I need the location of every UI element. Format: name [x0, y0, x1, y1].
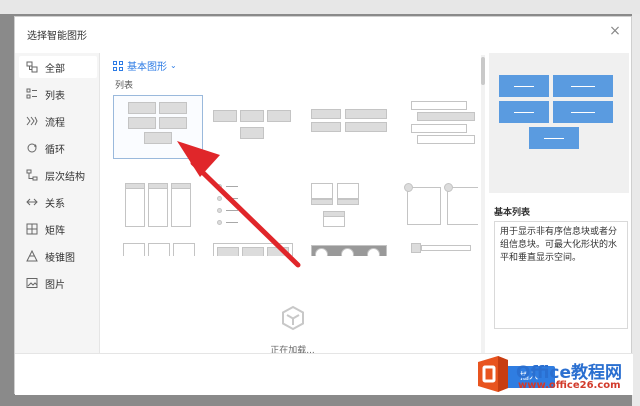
office-logo [478, 356, 508, 392]
sidebar-item-label: 矩阵 [45, 225, 65, 237]
sidebar-item-relationship[interactable]: 关系 [19, 191, 97, 213]
sidebar-item-hierarchy[interactable]: 层次结构 [19, 164, 97, 186]
thumbnail-list-7[interactable] [305, 179, 395, 243]
pyramid-icon [26, 249, 38, 262]
gallery-area: 基本图形 ⌄ 列表 正在加载... [100, 53, 485, 356]
picture-icon [26, 277, 38, 289]
thumbnail-list-4[interactable] [401, 95, 478, 159]
gallery-scrollbar-thumb[interactable] [481, 57, 485, 85]
sidebar-item-process[interactable]: 流程 [19, 110, 97, 132]
sidebar-item-label: 全部 [45, 63, 65, 75]
thumbnail-basic-list[interactable] [113, 95, 203, 159]
loading-cube-icon [281, 305, 305, 331]
sidebar-item-matrix[interactable]: 矩阵 [19, 218, 97, 240]
relationship-icon [26, 196, 38, 208]
cycle-icon [26, 142, 38, 154]
close-icon[interactable]: × [607, 23, 623, 39]
smartart-dialog: 选择智能图形 × 全部 列表 流程 循环 层次结构 关系 矩阵 棱锥图 图片 基… [14, 16, 633, 395]
thumbnail-grid [100, 91, 478, 256]
sidebar-item-label: 层次结构 [45, 171, 85, 183]
section-label: 列表 [115, 81, 134, 91]
list-icon [26, 88, 38, 100]
category-dropdown[interactable]: 基本图形 ⌄ [113, 58, 177, 73]
grid-icon [113, 60, 123, 71]
sidebar-item-label: 列表 [45, 90, 65, 102]
loading-area: 正在加载... [100, 253, 485, 356]
watermark: Office教程网 www.office26.com [474, 352, 634, 402]
all-icon [26, 61, 38, 73]
preview-panel: 基本列表 用于显示非有序信息块或者分组信息块。可最大化形状的水平和垂直显示空间。 [487, 53, 631, 353]
sidebar-item-picture[interactable]: 图片 [19, 272, 97, 294]
sidebar-item-label: 棱锥图 [45, 252, 75, 264]
sidebar-item-cycle[interactable]: 循环 [19, 137, 97, 159]
preview-description: 用于显示非有序信息块或者分组信息块。可最大化形状的水平和垂直显示空间。 [494, 221, 628, 329]
thumbnail-list-5[interactable] [113, 179, 203, 243]
dialog-title: 选择智能图形 [27, 31, 87, 42]
hierarchy-icon [26, 169, 38, 181]
process-icon [26, 115, 38, 127]
thumbnail-list-2[interactable] [209, 95, 299, 159]
ribbon-background [0, 0, 640, 14]
sidebar-item-label: 图片 [45, 279, 65, 291]
preview-title: 基本列表 [494, 208, 531, 218]
app-side-strip [632, 14, 640, 406]
preview-image [489, 53, 629, 193]
matrix-icon [26, 223, 38, 235]
thumbnail-list-6[interactable] [209, 179, 299, 243]
category-dropdown-label: 基本图形 [127, 62, 167, 73]
thumbnail-list-3[interactable] [305, 95, 395, 159]
watermark-url: www.office26.com [518, 380, 621, 391]
sidebar-item-label: 关系 [45, 198, 65, 210]
thumbnail-list-8[interactable] [401, 179, 478, 243]
sidebar-item-pyramid[interactable]: 棱锥图 [19, 245, 97, 267]
sidebar-item-list[interactable]: 列表 [19, 83, 97, 105]
sidebar-item-label: 循环 [45, 144, 65, 156]
chevron-down-icon: ⌄ [170, 61, 177, 70]
category-sidebar: 全部 列表 流程 循环 层次结构 关系 矩阵 棱锥图 图片 [15, 53, 100, 353]
sidebar-item-all[interactable]: 全部 [19, 56, 97, 78]
sidebar-item-label: 流程 [45, 117, 65, 129]
